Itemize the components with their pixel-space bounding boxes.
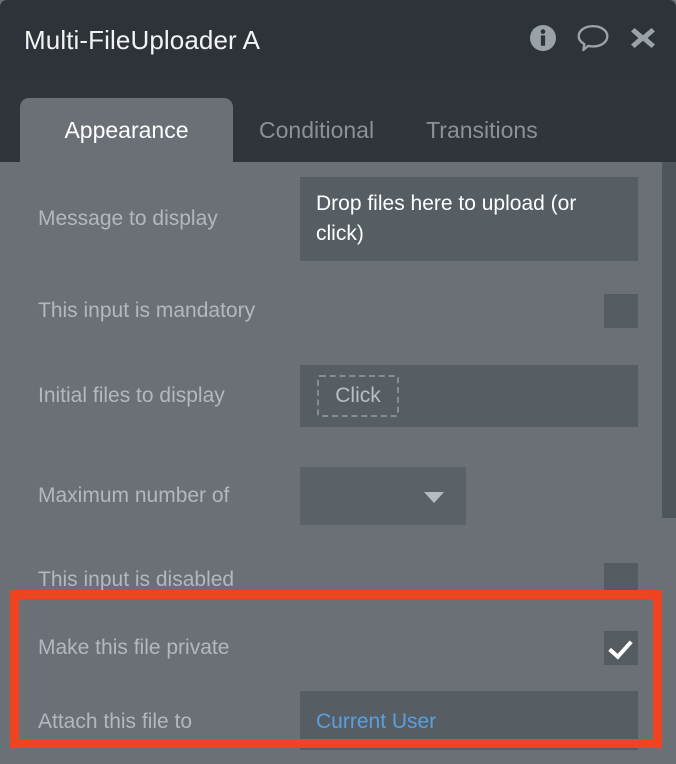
tab-conditional-label: Conditional bbox=[259, 116, 375, 143]
checkbox-input-disabled[interactable] bbox=[604, 563, 638, 597]
row-initial-files: Initial files to display Click bbox=[0, 346, 662, 446]
row-input-disabled: This input is disabled bbox=[0, 546, 662, 614]
appearance-panel: Message to display Drop files here to up… bbox=[0, 162, 676, 764]
label-maximum-number: Maximum number of bbox=[38, 484, 230, 507]
property-editor-window: Multi-FileUploader A Appearance Conditio… bbox=[0, 0, 676, 764]
input-initial-files[interactable]: Click bbox=[300, 365, 638, 427]
tab-appearance-label: Appearance bbox=[64, 116, 189, 143]
label-message-to-display: Message to display bbox=[38, 207, 218, 230]
row-input-mandatory: This input is mandatory bbox=[0, 276, 662, 346]
input-message-to-display[interactable]: Drop files here to upload (or click) bbox=[300, 177, 638, 261]
checkbox-make-file-private[interactable] bbox=[604, 631, 638, 665]
dropdown-maximum-number[interactable] bbox=[300, 467, 466, 525]
label-initial-files: Initial files to display bbox=[38, 384, 225, 407]
chevron-down-icon bbox=[424, 492, 444, 503]
tab-transitions-label: Transitions bbox=[426, 116, 538, 143]
row-message-to-display: Message to display Drop files here to up… bbox=[0, 162, 662, 276]
row-maximum-number: Maximum number of bbox=[0, 446, 662, 546]
info-icon[interactable] bbox=[528, 23, 558, 58]
tab-appearance[interactable]: Appearance bbox=[20, 98, 233, 162]
label-attach-file-to: Attach this file to bbox=[38, 710, 193, 733]
label-input-mandatory: This input is mandatory bbox=[38, 299, 256, 322]
scrollbar-track[interactable] bbox=[662, 162, 676, 764]
close-icon[interactable] bbox=[628, 23, 658, 58]
row-make-file-private: Make this file private bbox=[0, 614, 662, 682]
titlebar-actions bbox=[528, 0, 658, 80]
attach-file-to-value: Current User bbox=[316, 710, 437, 734]
checkbox-input-mandatory[interactable] bbox=[604, 294, 638, 328]
label-input-disabled: This input is disabled bbox=[38, 568, 235, 591]
tab-transitions[interactable]: Transitions bbox=[400, 98, 564, 162]
initial-files-click-button[interactable]: Click bbox=[317, 375, 399, 417]
input-attach-file-to[interactable]: Current User bbox=[300, 691, 638, 753]
window-title: Multi-FileUploader A bbox=[24, 24, 261, 55]
label-make-file-private: Make this file private bbox=[38, 636, 230, 659]
properties-form: Message to display Drop files here to up… bbox=[0, 162, 662, 762]
tab-bar: Appearance Conditional Transitions bbox=[0, 80, 676, 162]
comment-icon[interactable] bbox=[576, 23, 610, 58]
window-titlebar: Multi-FileUploader A bbox=[0, 0, 676, 80]
tab-conditional[interactable]: Conditional bbox=[233, 98, 400, 162]
window-bottom-edge bbox=[0, 750, 676, 764]
scrollbar-thumb[interactable] bbox=[662, 162, 676, 518]
